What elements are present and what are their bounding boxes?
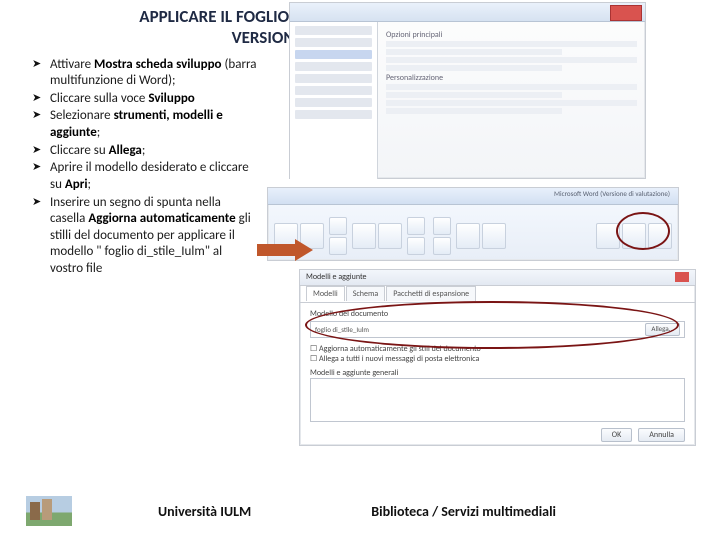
record-icon <box>329 217 347 235</box>
cancel-button[interactable]: Annulla <box>638 428 685 442</box>
ok-button[interactable]: OK <box>601 428 632 442</box>
ribbon-app-label: Microsoft Word (Versione di valutazione) <box>554 189 670 198</box>
word-options-screenshot: Opzioni principali Personalizzazione <box>289 2 646 179</box>
tab-modelli: Modelli <box>306 286 345 301</box>
schema-icon <box>482 223 506 249</box>
dialog-titlebar: Modelli e aggiunte <box>300 270 695 286</box>
ctrl1-icon <box>407 217 425 235</box>
options-sidebar <box>290 22 378 179</box>
screenshots-area: Opzioni principali Personalizzazione Mic… <box>267 57 702 279</box>
footer-library: Biblioteca / Servizi multimediali <box>371 503 556 520</box>
dialog-tabs: ModelliSchemaPacchetti di espansione <box>300 286 695 303</box>
instruction-item: Inserire un segno di spunta nella casell… <box>32 195 257 278</box>
footer-university: Università IULM <box>158 503 251 520</box>
footer: Università IULM Biblioteca / Servizi mul… <box>0 496 720 526</box>
tab-schema: Schema <box>346 286 385 301</box>
ctrl4-icon <box>433 237 451 255</box>
close-icon <box>675 272 689 282</box>
tab-pacchetti: Pacchetti di espansione <box>386 286 476 301</box>
templates-dialog-screenshot: Modelli e aggiunte ModelliSchemaPacchett… <box>299 269 696 446</box>
highlight-ellipse-dialog <box>305 301 679 349</box>
instruction-panel: Attivare Mostra scheda sviluppo (barra m… <box>32 57 257 279</box>
addins-icon <box>352 223 376 249</box>
ctrl3-icon <box>433 217 451 235</box>
instruction-item: Cliccare sulla voce Sviluppo <box>32 91 257 108</box>
ctrl2-icon <box>407 237 425 255</box>
global-label: Modelli e aggiunte generali <box>310 368 685 378</box>
instruction-item: Cliccare su Allega; <box>32 143 257 160</box>
checkbox-attach-mail[interactable]: ☐ Allega a tutti i nuovi messaggi di pos… <box>310 354 685 364</box>
iulm-logo <box>26 496 72 526</box>
dialog-title: Modelli e aggiunte <box>306 272 367 282</box>
instruction-item: Aprire il modello desiderato e cliccare … <box>32 160 257 193</box>
dialog-buttons: OK Annulla <box>310 428 685 442</box>
options-main: Opzioni principali Personalizzazione <box>378 22 645 179</box>
instruction-item: Selezionare strumenti, modelli e aggiunt… <box>32 108 257 141</box>
close-icon <box>610 5 642 21</box>
security-icon <box>329 237 347 255</box>
instruction-list: Attivare Mostra scheda sviluppo (barra m… <box>32 57 257 278</box>
instruction-item: Attivare Mostra scheda sviluppo (barra m… <box>32 57 257 90</box>
controls-icon <box>378 223 402 249</box>
arrow-icon <box>257 239 317 261</box>
xml-icon <box>456 223 480 249</box>
highlight-circle-ribbon <box>616 212 670 250</box>
ribbon-screenshot: Microsoft Word (Versione di valutazione) <box>267 187 679 261</box>
global-addins-list <box>310 378 685 422</box>
options-titlebar <box>290 3 645 22</box>
